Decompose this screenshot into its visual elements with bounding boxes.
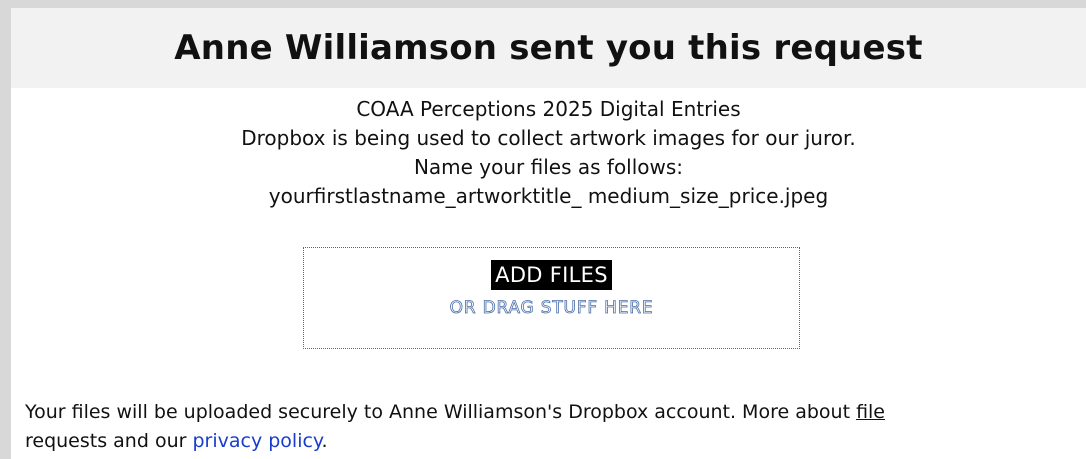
page-title: Anne Williamson sent you this request — [174, 28, 923, 68]
add-files-button[interactable]: ADD FILES — [491, 260, 612, 290]
file-dropzone[interactable]: ADD FILES OR DRAG STUFF HERE — [303, 247, 800, 349]
description-line: yourfirstlastname_artworktitle_ medium_s… — [268, 184, 829, 208]
request-description: COAA Perceptions 2025 Digital Entries Dr… — [11, 95, 1086, 211]
description-line: COAA Perceptions 2025 Digital Entries — [356, 97, 741, 121]
notice-text: requests and our — [25, 430, 193, 452]
request-header: Anne Williamson sent you this request — [11, 8, 1086, 88]
privacy-policy-link[interactable]: privacy policy — [192, 430, 321, 452]
notice-text: Your files will be uploaded securely to … — [25, 401, 857, 423]
description-line: Name your files as follows: — [413, 155, 684, 179]
notice-text: . — [321, 430, 328, 452]
privacy-notice: Your files will be uploaded securely to … — [25, 398, 1075, 456]
drag-files-label: OR DRAG STUFF HERE — [449, 298, 654, 319]
file-requests-link[interactable]: file — [856, 401, 885, 423]
file-request-panel: Anne Williamson sent you this request CO… — [11, 8, 1086, 459]
description-line: Dropbox is being used to collect artwork… — [241, 126, 856, 150]
